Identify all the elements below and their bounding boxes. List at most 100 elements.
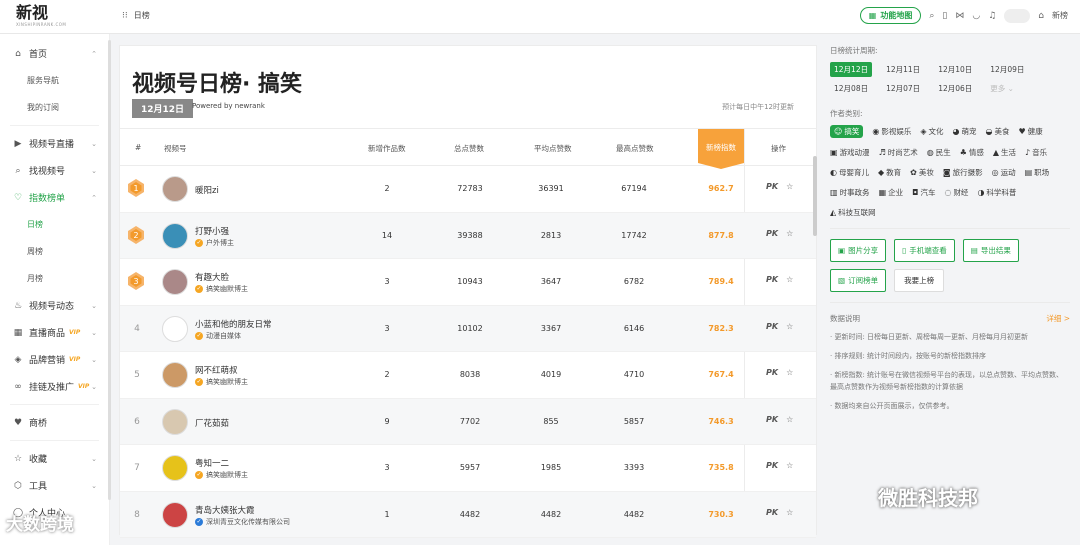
sidebar-item-7[interactable]: ∞ 挂链及推广 VIP ⌄ — [0, 373, 109, 400]
favorite-star-icon[interactable]: ☆ — [786, 229, 793, 238]
account-name[interactable]: 打野小强 — [195, 225, 229, 237]
chevron-icon[interactable]: ⌄ — [91, 383, 97, 391]
date-chip[interactable]: 12月06日 — [934, 81, 976, 96]
table-row[interactable]: 3 有趣大脸 ✓ 搞笑幽默博主 3 10943 3647 6782 789.4 PK ☆ — [120, 259, 816, 306]
chevron-icon[interactable]: ⌄ — [91, 167, 97, 175]
grid-icon[interactable]: ⁝⁝ — [122, 11, 128, 21]
explanation-more-link[interactable]: 详细 > — [1046, 313, 1070, 324]
category-chip[interactable]: ◎ 运动 — [992, 167, 1016, 178]
header-total-likes[interactable]: 总点赞数 — [454, 143, 484, 154]
pk-button[interactable]: PK — [766, 415, 778, 424]
home-icon[interactable]: ⌂ — [1038, 11, 1044, 21]
category-chip[interactable]: ☺ 搞笑 — [830, 125, 864, 138]
sidebar-subitem[interactable]: 周榜 — [0, 238, 109, 265]
sidebar-subitem[interactable]: 月榜 — [0, 265, 109, 292]
category-chip[interactable]: ◍ 民生 — [927, 147, 951, 158]
date-chip[interactable]: 12月11日 — [882, 62, 924, 77]
sidebar-item-6[interactable]: ◈ 品牌营销 VIP ⌄ — [0, 346, 109, 373]
date-chip[interactable]: 12月12日 — [830, 62, 873, 77]
avatar[interactable] — [162, 362, 188, 388]
image-share-button[interactable]: ▣ 图片分享 — [830, 239, 887, 262]
pk-button[interactable]: PK — [766, 275, 778, 284]
chevron-icon[interactable]: ⌄ — [91, 482, 97, 490]
table-row[interactable]: 2 打野小强 ✓ 户外博主 14 39388 2813 17742 877.8 PK ☆ — [120, 212, 816, 259]
category-chip[interactable]: ♣ 情感 — [960, 147, 984, 158]
sidebar-item-10[interactable]: ⬡ 工具 ⌄ — [0, 472, 109, 499]
feature-map-button[interactable]: ▦ 功能地图 — [859, 7, 922, 24]
category-chip[interactable]: ▦ 企业 — [879, 187, 904, 198]
share-icon[interactable]: ⋈ — [955, 11, 964, 21]
user-label[interactable]: 新榜 — [1052, 10, 1068, 21]
pk-button[interactable]: PK — [766, 182, 778, 191]
table-row[interactable]: 5 网不红萌叔 ✓ 搞笑幽默博主 2 8038 4019 4710 767.4 PK ☆ — [120, 352, 816, 399]
table-row[interactable]: 7 粤知一二 ✓ 搞笑幽默博主 3 5957 1985 3393 735.8 PK ☆ — [120, 445, 816, 492]
avatar[interactable] — [162, 269, 188, 295]
account-name[interactable]: 粤知一二 — [195, 457, 229, 469]
category-chip[interactable]: ♬ 时尚艺术 — [879, 147, 918, 158]
sidebar-item-9[interactable]: ☆ 收藏 ⌄ — [0, 445, 109, 472]
account-name[interactable]: 小蓝和他的朋友日常 — [195, 318, 272, 330]
category-chip[interactable]: ◐ 母婴育儿 — [830, 167, 869, 178]
category-chip[interactable]: ◑ 科学科普 — [977, 187, 1016, 198]
category-chip[interactable]: ◘ 汽车 — [912, 187, 935, 198]
pk-button[interactable]: PK — [766, 368, 778, 377]
date-chip[interactable]: 12月10日 — [934, 62, 976, 77]
account-name[interactable]: 暖阳zi — [195, 184, 219, 196]
chevron-icon[interactable]: ⌄ — [91, 302, 97, 310]
chevron-icon[interactable]: ⌄ — [91, 329, 97, 337]
category-chip[interactable]: ◭ 科技互联网 — [830, 207, 876, 218]
date-chip[interactable]: 12月08日 — [830, 81, 872, 96]
chevron-icon[interactable]: ⌃ — [91, 50, 97, 58]
avatar[interactable] — [162, 176, 188, 202]
favorite-star-icon[interactable]: ☆ — [786, 322, 793, 331]
account-name[interactable]: 厂花茹茹 — [195, 417, 229, 429]
category-chip[interactable]: ♥ 健康 — [1018, 125, 1042, 138]
category-chip[interactable]: ◉ 影视娱乐 — [872, 125, 911, 138]
header-new-works[interactable]: 新增作品数 — [368, 143, 406, 154]
bell-icon[interactable]: ♫ — [988, 11, 996, 21]
category-chip[interactable]: ◒ 美食 — [985, 125, 1009, 138]
date-chip[interactable]: 12月07日 — [882, 81, 924, 96]
date-chip[interactable]: 12月09日 — [986, 62, 1028, 77]
mobile-view-button[interactable]: ▯ 手机端查看 — [894, 239, 955, 262]
table-row[interactable]: 4 小蓝和他的朋友日常 ✓ 动漫自媒体 3 10102 3367 6146 782.3 PK ☆ — [120, 305, 816, 352]
category-chip[interactable]: ♪ 音乐 — [1025, 147, 1047, 158]
subscribe-button[interactable]: ▧ 订阅榜单 — [830, 269, 887, 292]
user-avatar[interactable] — [1004, 8, 1031, 23]
header-index[interactable]: 新榜指数 — [698, 129, 744, 169]
account-name[interactable]: 有趣大脸 — [195, 271, 229, 283]
pk-button[interactable]: PK — [766, 461, 778, 470]
category-chip[interactable]: ▥ 时事政务 — [830, 187, 870, 198]
chevron-icon[interactable]: ⌄ — [91, 140, 97, 148]
sidebar-item-4[interactable]: ♨ 视频号动态 ⌄ — [0, 292, 109, 319]
table-row[interactable]: 8 青岛大姨张大霞 ✓ 深圳青豆文化传媒有限公司 1 4482 4482 4482 730.3 P… — [120, 491, 816, 538]
sidebar-subitem[interactable]: 日榜 — [0, 211, 109, 238]
sidebar-subitem[interactable]: 我的订阅 — [0, 94, 109, 121]
sidebar-item-2[interactable]: ⌕ 找视频号 ⌄ — [0, 157, 109, 184]
category-chip[interactable]: ◕ 萌宠 — [952, 125, 976, 138]
avatar[interactable] — [162, 408, 188, 435]
pk-button[interactable]: PK — [766, 508, 778, 517]
avatar[interactable] — [162, 315, 188, 342]
favorite-star-icon[interactable]: ☆ — [786, 508, 793, 517]
headset-icon[interactable]: ◡ — [972, 11, 980, 21]
favorite-star-icon[interactable]: ☆ — [786, 368, 793, 377]
sidebar-item-0[interactable]: ⌂ 首页 ⌃ — [0, 40, 109, 67]
chevron-icon[interactable]: ⌃ — [91, 194, 97, 202]
category-chip[interactable]: ◌ 财经 — [944, 187, 968, 198]
phone-icon[interactable]: ▯ — [942, 11, 947, 21]
sidebar-item-8[interactable]: ♥ 商桥 — [0, 409, 109, 436]
account-name[interactable]: 网不红萌叔 — [195, 364, 238, 376]
avatar[interactable] — [162, 455, 188, 481]
sidebar-item-3[interactable]: ♡ 指数榜单 ⌃ — [0, 184, 109, 211]
search-icon[interactable]: ⌕ — [929, 11, 934, 21]
table-row[interactable]: 1 暖阳zi 2 72783 36391 67194 962.7 PK ☆ — [120, 166, 816, 213]
pk-button[interactable]: PK — [766, 229, 778, 238]
export-button[interactable]: ▤ 导出结果 — [962, 239, 1019, 262]
chevron-icon[interactable]: ⌄ — [91, 455, 97, 463]
category-chip[interactable]: ▤ 职场 — [1025, 167, 1050, 178]
table-row[interactable]: 6 厂花茹茹 9 7702 855 5857 746.3 PK ☆ — [120, 398, 816, 445]
app-logo[interactable]: 新视 XINSHIPINRANK.COM — [16, 4, 76, 30]
header-max-likes[interactable]: 最高点赞数 — [616, 143, 654, 154]
table-scrollbar[interactable] — [813, 156, 817, 236]
